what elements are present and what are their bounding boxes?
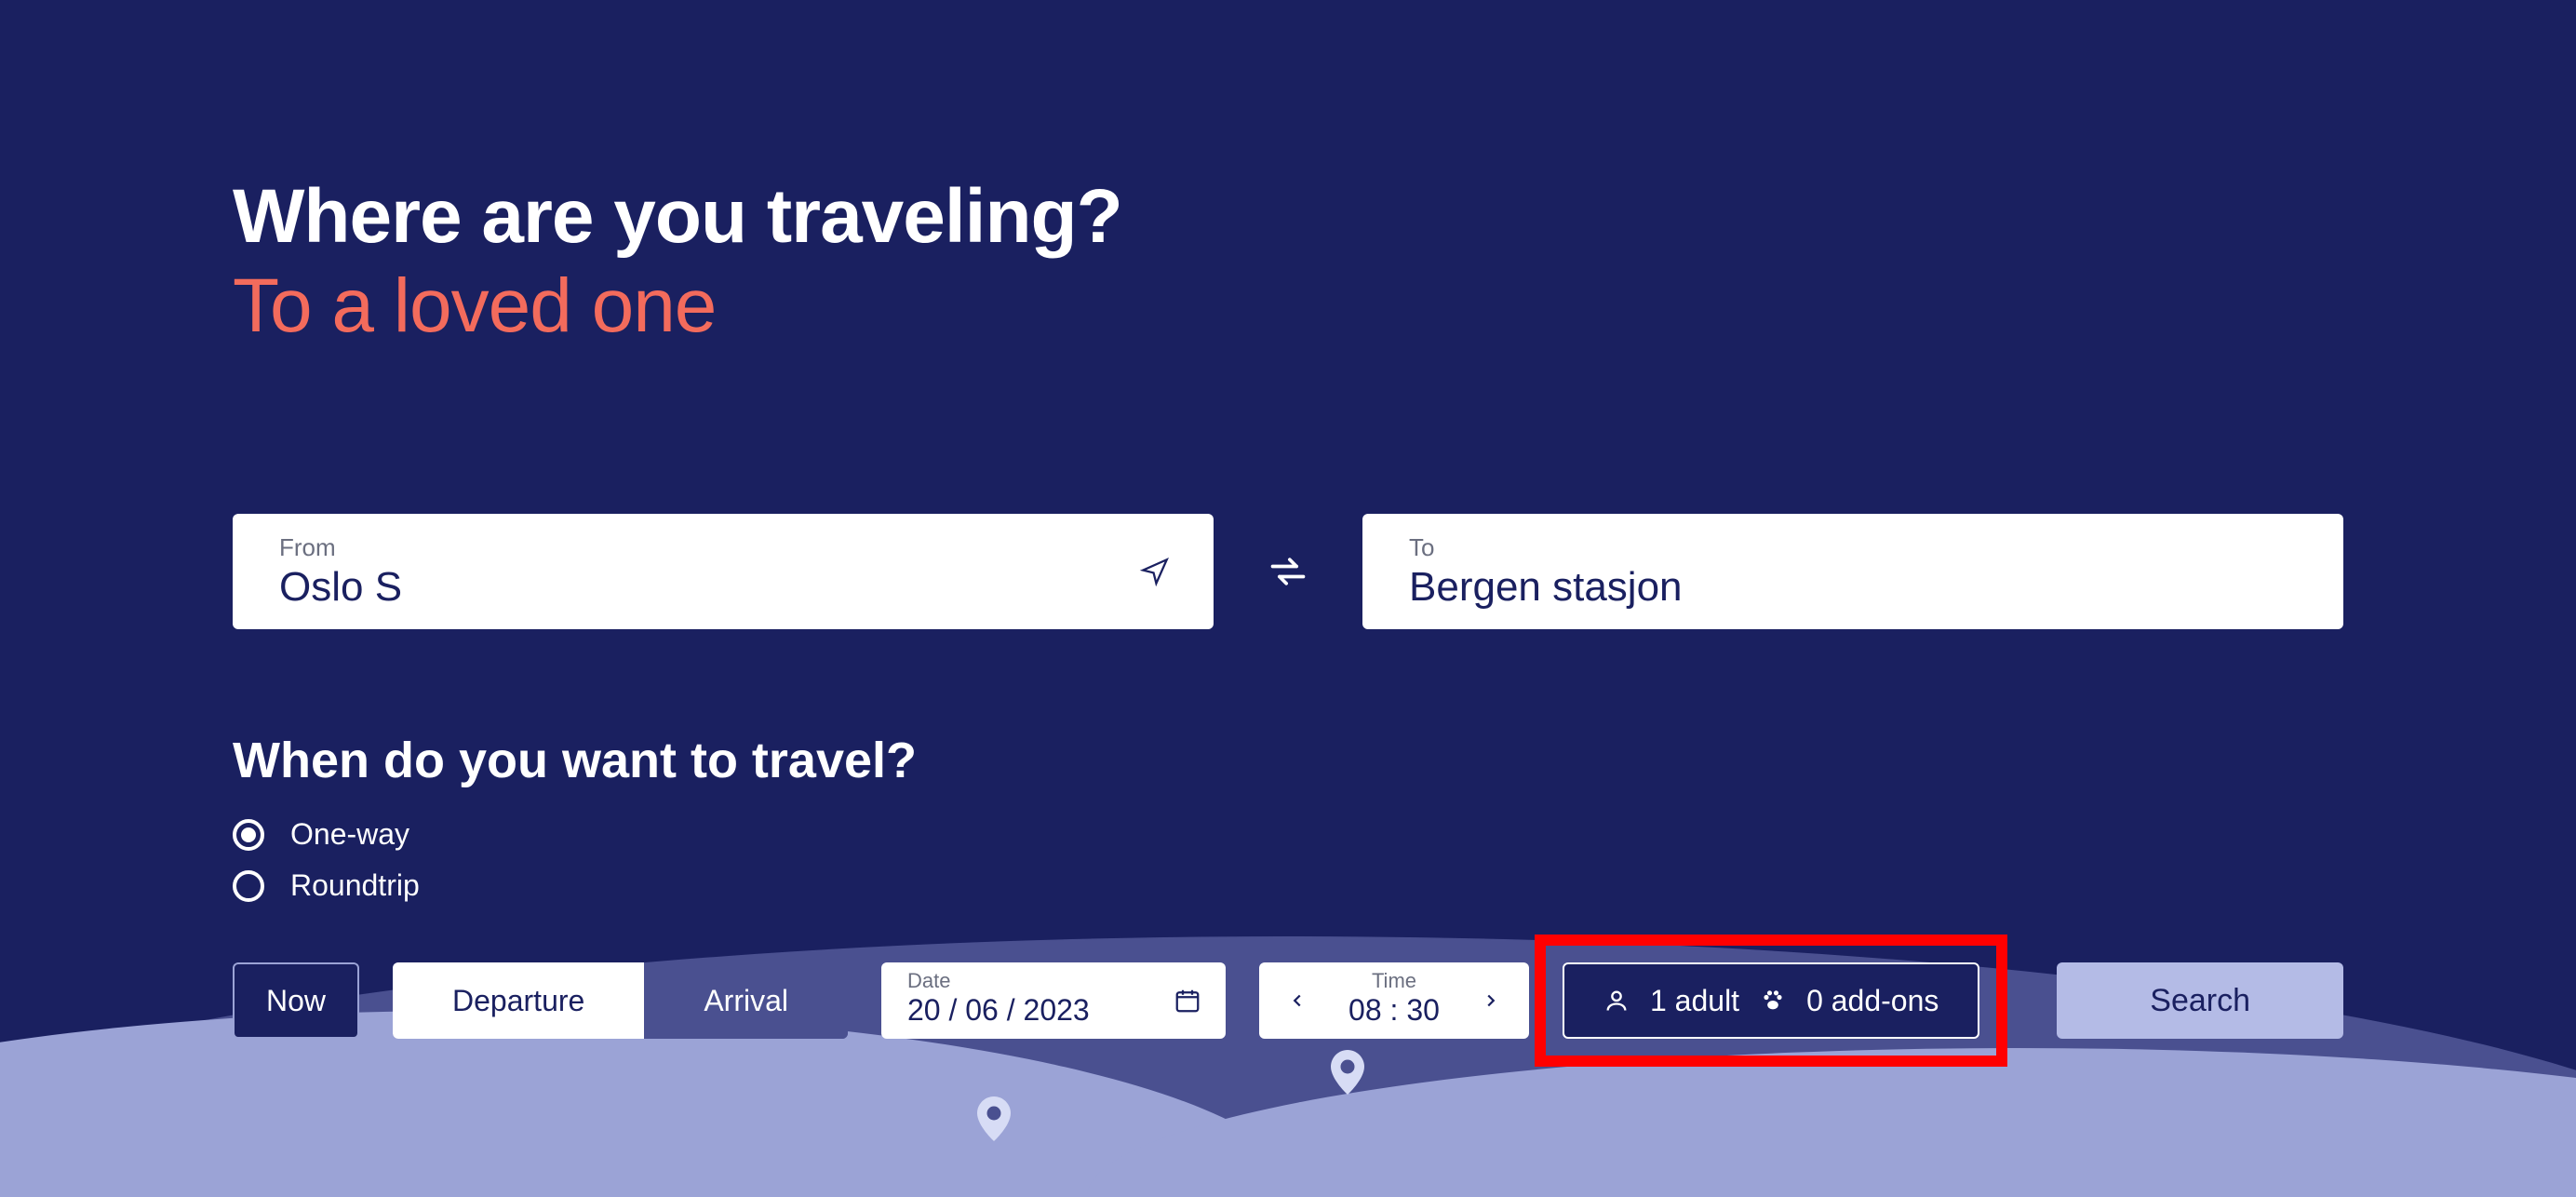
passengers-button[interactable]: 1 adult 0 add-ons <box>1563 962 1979 1039</box>
page-title: Where are you traveling? <box>233 177 2343 257</box>
map-pin-icon <box>1331 1050 1364 1095</box>
search-button[interactable]: Search <box>2057 962 2343 1039</box>
calendar-icon <box>1174 987 1201 1015</box>
date-label: Date <box>907 971 950 991</box>
to-field[interactable]: To <box>1362 514 2343 629</box>
date-value: 20 / 06 / 2023 <box>907 991 1090 1030</box>
from-field[interactable]: From <box>233 514 1214 629</box>
time-label: Time <box>1348 971 1440 991</box>
trip-type-oneway[interactable]: One-way <box>233 817 2343 852</box>
radio-icon <box>233 819 264 851</box>
passengers-addons-text: 0 add-ons <box>1806 984 1939 1018</box>
departure-tab[interactable]: Departure <box>393 962 644 1039</box>
from-label: From <box>279 533 1167 562</box>
from-input[interactable] <box>279 564 1167 611</box>
when-heading: When do you want to travel? <box>233 732 2343 789</box>
swap-stations-button[interactable] <box>1265 548 1311 595</box>
to-label: To <box>1409 533 2297 562</box>
paw-icon <box>1760 988 1786 1014</box>
time-prev-button[interactable] <box>1281 985 1313 1016</box>
oneway-label: One-way <box>290 817 409 852</box>
roundtrip-label: Roundtrip <box>290 868 420 903</box>
time-field[interactable]: Time 08 : 30 <box>1259 962 1529 1039</box>
map-pin-icon <box>977 1096 1011 1141</box>
arrival-tab[interactable]: Arrival <box>644 962 848 1039</box>
to-input[interactable] <box>1409 564 2297 611</box>
page-tagline: To a loved one <box>233 266 2343 346</box>
person-icon <box>1603 988 1630 1014</box>
time-value: 08 : 30 <box>1348 991 1440 1030</box>
geolocate-icon[interactable] <box>1139 556 1171 587</box>
date-field[interactable]: Date 20 / 06 / 2023 <box>881 962 1226 1039</box>
radio-icon <box>233 870 264 902</box>
passengers-person-text: 1 adult <box>1650 984 1739 1018</box>
trip-type-roundtrip[interactable]: Roundtrip <box>233 868 2343 903</box>
now-button[interactable]: Now <box>233 962 359 1039</box>
dep-arr-toggle: Departure Arrival <box>393 962 848 1039</box>
time-next-button[interactable] <box>1475 985 1507 1016</box>
